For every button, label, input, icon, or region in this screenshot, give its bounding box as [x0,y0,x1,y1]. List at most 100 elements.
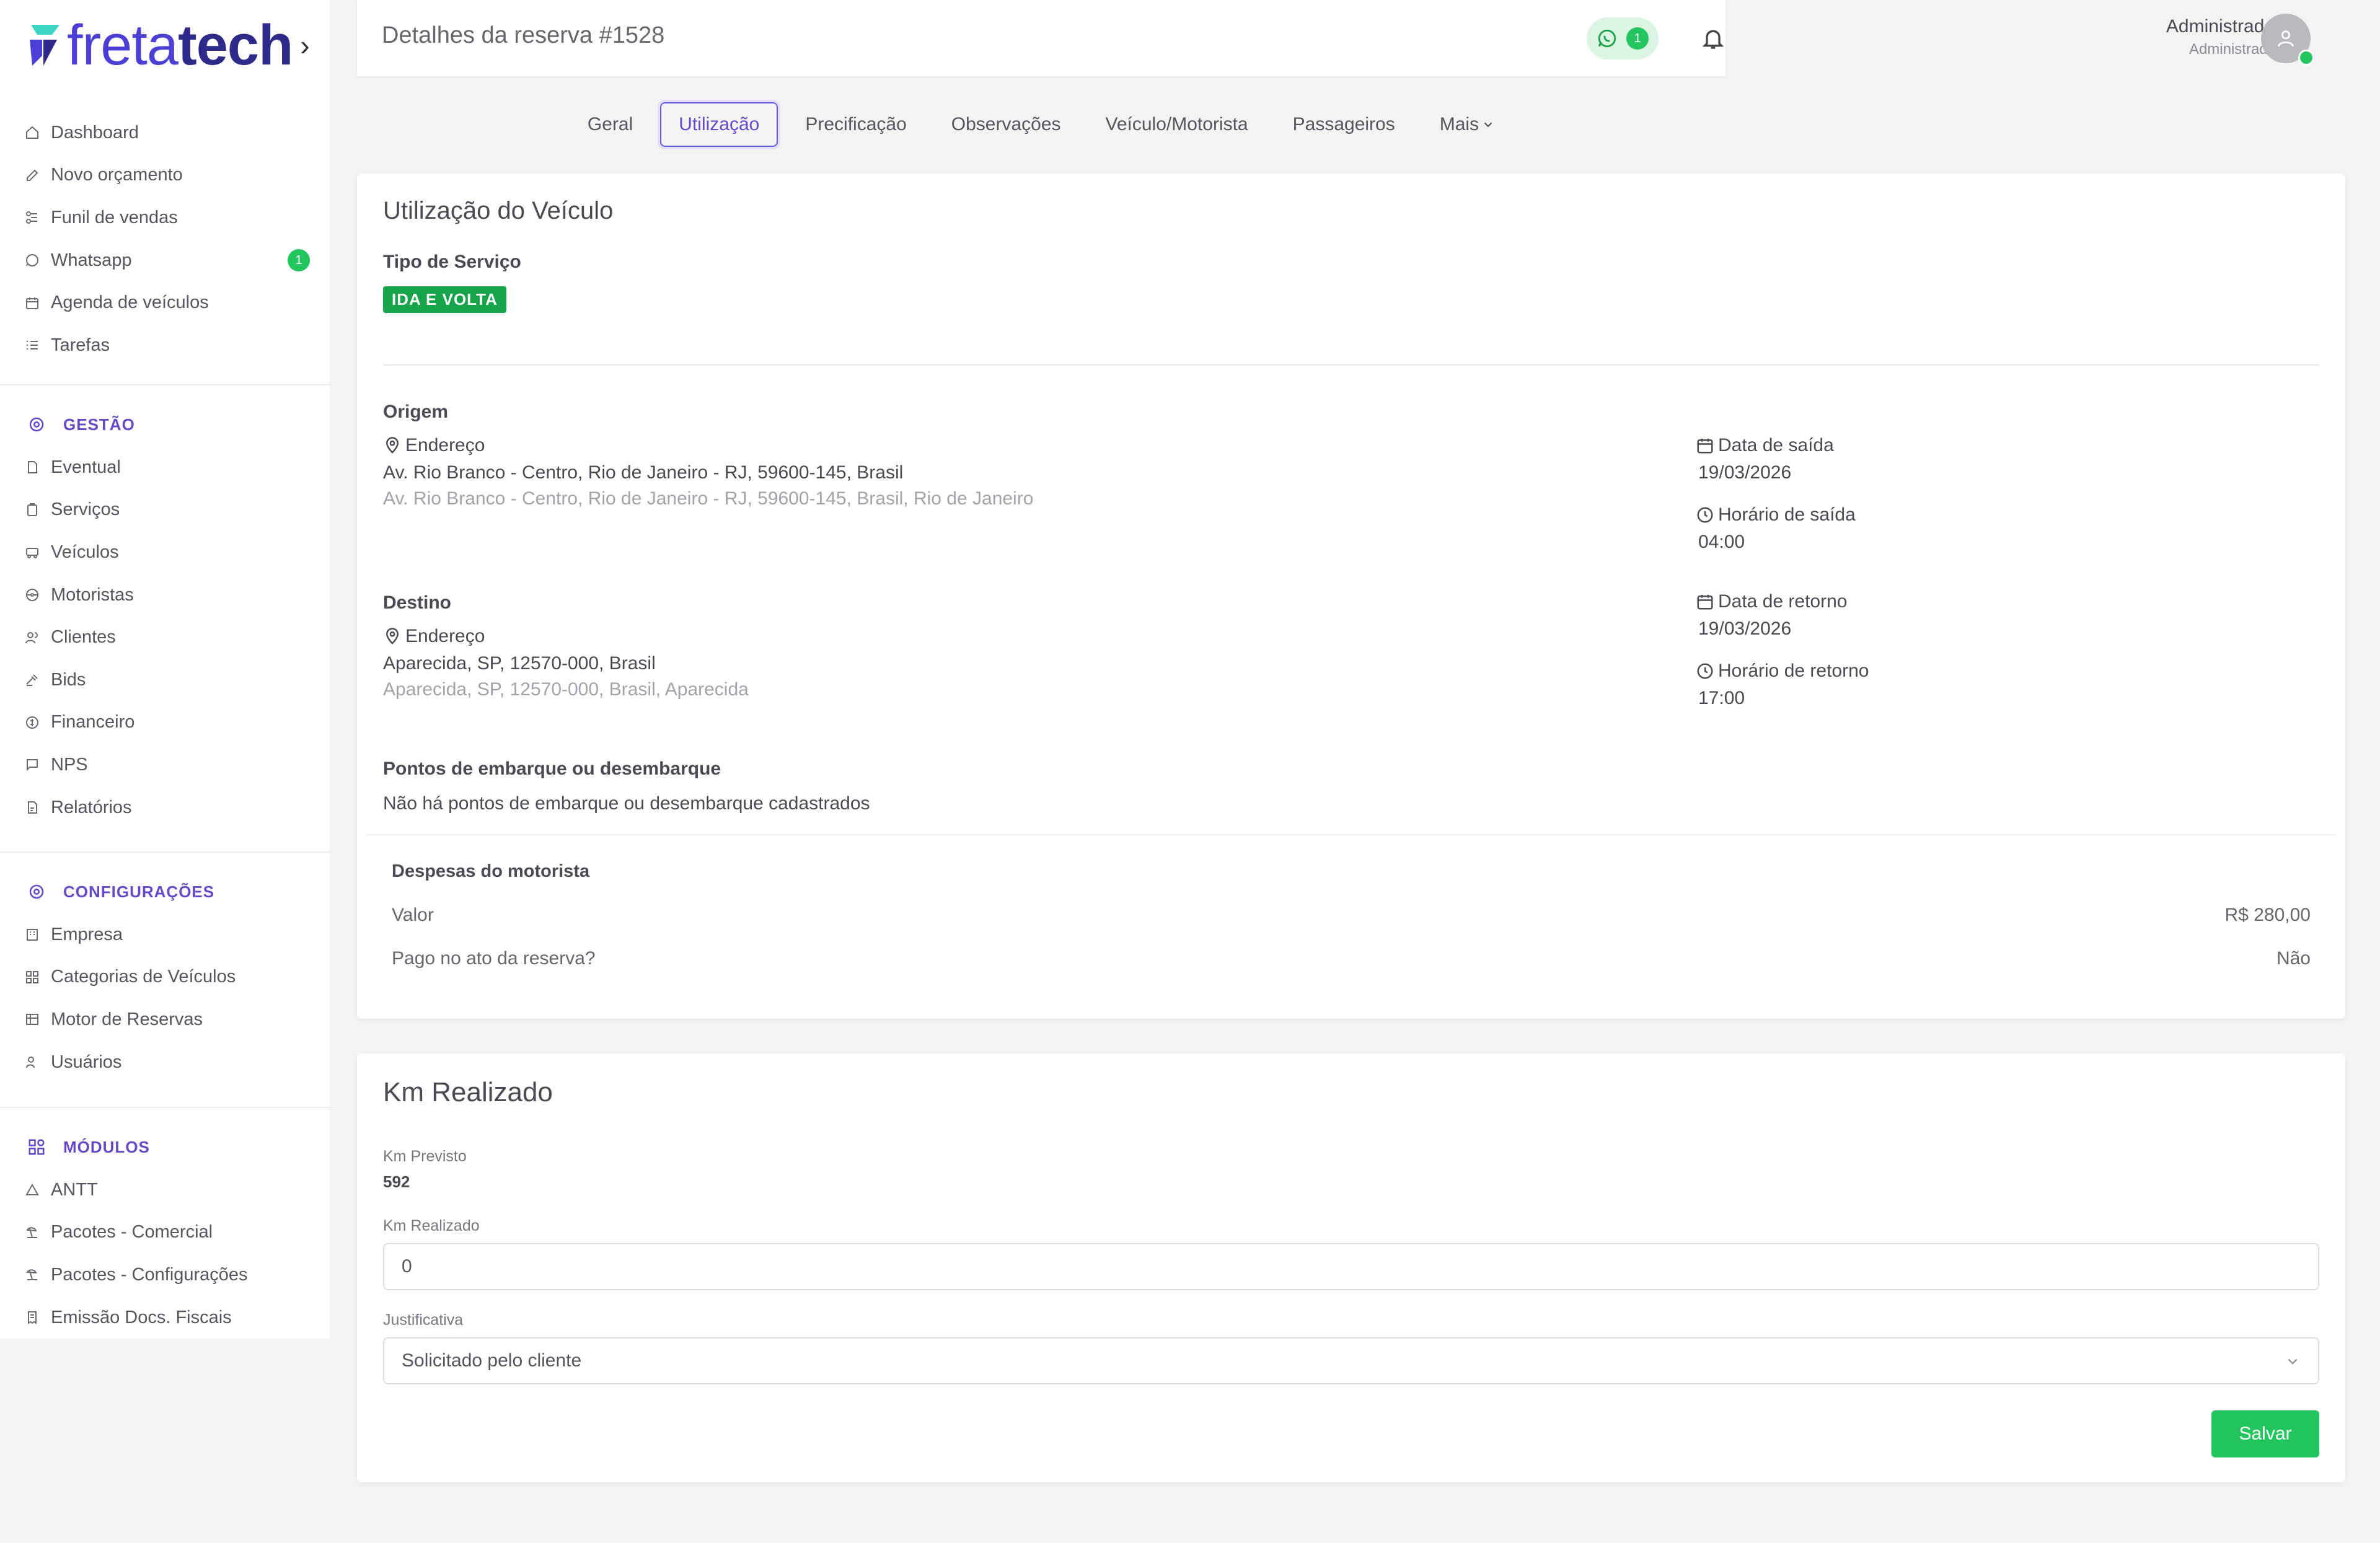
expense-value-label: Valor [392,905,434,925]
clock-icon [1697,663,1713,679]
sidebar-item-motor-reservas[interactable]: Motor de Reservas [0,998,330,1041]
sidebar-item-label: Bids [51,669,86,690]
calendar-icon [1697,438,1713,454]
sidebar-item-whatsapp[interactable]: Whatsapp 1 [0,239,330,282]
online-status-dot [2298,50,2314,66]
justification-label: Justificativa [383,1311,464,1329]
stops-empty-message: Não há pontos de embarque ou desembarque… [383,793,870,814]
justification-select[interactable]: Solicitado pelo cliente [383,1337,2319,1384]
sidebar-item-empresa[interactable]: Empresa [0,913,330,956]
sidebar-item-eventual[interactable]: Eventual [0,446,330,489]
sidebar-item-agenda[interactable]: Agenda de veículos [0,281,330,324]
logo-mark-icon [30,25,60,66]
whatsapp-count-badge: 1 [1626,27,1649,50]
sidebar-item-usuarios[interactable]: Usuários [0,1041,330,1084]
edit-icon [25,168,40,183]
return-date: 19/03/2026 [1698,618,1792,639]
collapse-chevron-icon[interactable]: › [300,29,309,62]
destination-address-full: Aparecida, SP, 12570-000, Brasil, Aparec… [383,679,749,700]
origin-address: Av. Rio Branco - Centro, Rio de Janeiro … [383,462,904,483]
sidebar-item-label: Motoristas [51,584,134,605]
sidebar-item-label: Financeiro [51,712,135,732]
sidebar-item-nps[interactable]: NPS [0,744,330,786]
bus-icon [25,545,40,560]
tab-passageiros[interactable]: Passageiros [1271,102,1417,147]
sidebar-item-novo-orcamento[interactable]: Novo orçamento [0,154,330,197]
section-title-gestao: GESTÃO [0,403,330,446]
gestao-nav: GESTÃO Eventual Serviços Veículos Motori… [0,403,330,829]
section-divider [366,834,2337,835]
km-realized-input[interactable]: 0 [383,1243,2319,1290]
main-nav: Dashboard Novo orçamento Funil de vendas… [0,112,330,367]
report-icon [25,800,40,815]
sidebar-item-pacotes-comercial[interactable]: Pacotes - Comercial [0,1211,330,1254]
sidebar-item-financeiro[interactable]: Financeiro [0,701,330,744]
modulos-nav: MÓDULOS ANTT Pacotes - Comercial Pacotes… [0,1125,330,1339]
km-realized-label: Km Realizado [383,1217,480,1234]
whatsapp-icon [1598,29,1616,48]
departure-date: 19/03/2026 [1698,462,1792,483]
sidebar-item-label: Usuários [51,1052,122,1072]
return-time-label: Horário de retorno [1696,661,1869,682]
sidebar-divider [0,384,330,385]
sidebar-item-antt[interactable]: ANTT [0,1169,330,1211]
sidebar-item-label: Motor de Reservas [51,1009,203,1029]
sidebar-item-dashboard[interactable]: Dashboard [0,112,330,154]
sidebar-item-label: Funil de vendas [51,207,178,227]
origin-address-label: Endereço [383,435,485,456]
sidebar-item-tarefas[interactable]: Tarefas [0,324,330,367]
paid-at-booking-label: Pago no ato da reserva? [392,948,596,969]
save-button[interactable]: Salvar [2211,1410,2319,1457]
tab-geral[interactable]: Geral [565,102,655,147]
whatsapp-notification-button[interactable]: 1 [1587,17,1659,59]
table-icon [25,1012,40,1027]
sidebar-item-label: Serviços [51,499,120,520]
tab-observacoes[interactable]: Observações [929,102,1083,147]
whatsapp-badge: 1 [288,249,310,272]
sidebar-item-label: NPS [51,754,88,775]
justification-select-value: Solicitado pelo cliente [402,1350,582,1371]
calendar-icon [1697,594,1713,610]
page-title: Detalhes da reserva #1528 [382,22,665,48]
logo[interactable]: fretatech › [26,14,317,77]
sidebar-item-veiculos[interactable]: Veículos [0,531,330,574]
sidebar-item-clientes[interactable]: Clientes [0,616,330,659]
users-icon [25,630,40,645]
coin-icon [25,715,40,730]
sidebar-item-label: Whatsapp [51,250,132,270]
tab-precificacao[interactable]: Precificação [783,102,928,147]
sidebar-item-funil[interactable]: Funil de vendas [0,196,330,239]
user-key-icon [25,1055,40,1070]
sidebar-item-label: Eventual [51,457,121,477]
tab-mais[interactable]: Mais [1417,102,1517,147]
sidebar-item-relatorios[interactable]: Relatórios [0,786,330,829]
logo-text: fretatech [67,14,293,77]
user-icon [2278,30,2294,47]
sidebar-item-label: ANTT [51,1179,98,1200]
tab-mais-label: Mais [1439,114,1479,134]
tab-utilizacao[interactable]: Utilização [660,102,778,147]
tab-veiculo-motorista[interactable]: Veículo/Motorista [1083,102,1271,147]
top-header: Detalhes da reserva #1528 [357,0,1726,76]
departure-time-label: Horário de saída [1696,504,1856,525]
sidebar-item-pacotes-config[interactable]: Pacotes - Configurações [0,1254,330,1296]
sidebar-item-label: Agenda de veículos [51,292,209,313]
sidebar-item-label: Pacotes - Configurações [51,1264,248,1285]
sidebar-item-bids[interactable]: Bids [0,659,330,701]
sidebar-item-categorias[interactable]: Categorias de Veículos [0,956,330,999]
sidebar-item-emissao-docs[interactable]: Emissão Docs. Fiscais [0,1296,330,1339]
section-title-configuracoes: CONFIGURAÇÕES [0,870,330,913]
sidebar-item-label: Empresa [51,924,123,944]
configuracoes-nav: CONFIGURAÇÕES Empresa Categorias de Veíc… [0,870,330,1083]
document-icon [25,460,40,475]
sidebar-item-label: Novo orçamento [51,165,183,185]
service-type-badge: IDA E VOLTA [383,286,506,313]
sidebar-item-motoristas[interactable]: Motoristas [0,574,330,617]
sidebar-item-servicos[interactable]: Serviços [0,489,330,532]
gear-icon [29,417,44,432]
km-expected-label: Km Previsto [383,1148,467,1165]
sidebar-item-label: Emissão Docs. Fiscais [51,1307,232,1327]
bell-icon[interactable] [1701,26,1726,51]
sidebar-item-label: Veículos [51,542,119,562]
driver-expenses-title: Despesas do motorista [392,861,590,881]
